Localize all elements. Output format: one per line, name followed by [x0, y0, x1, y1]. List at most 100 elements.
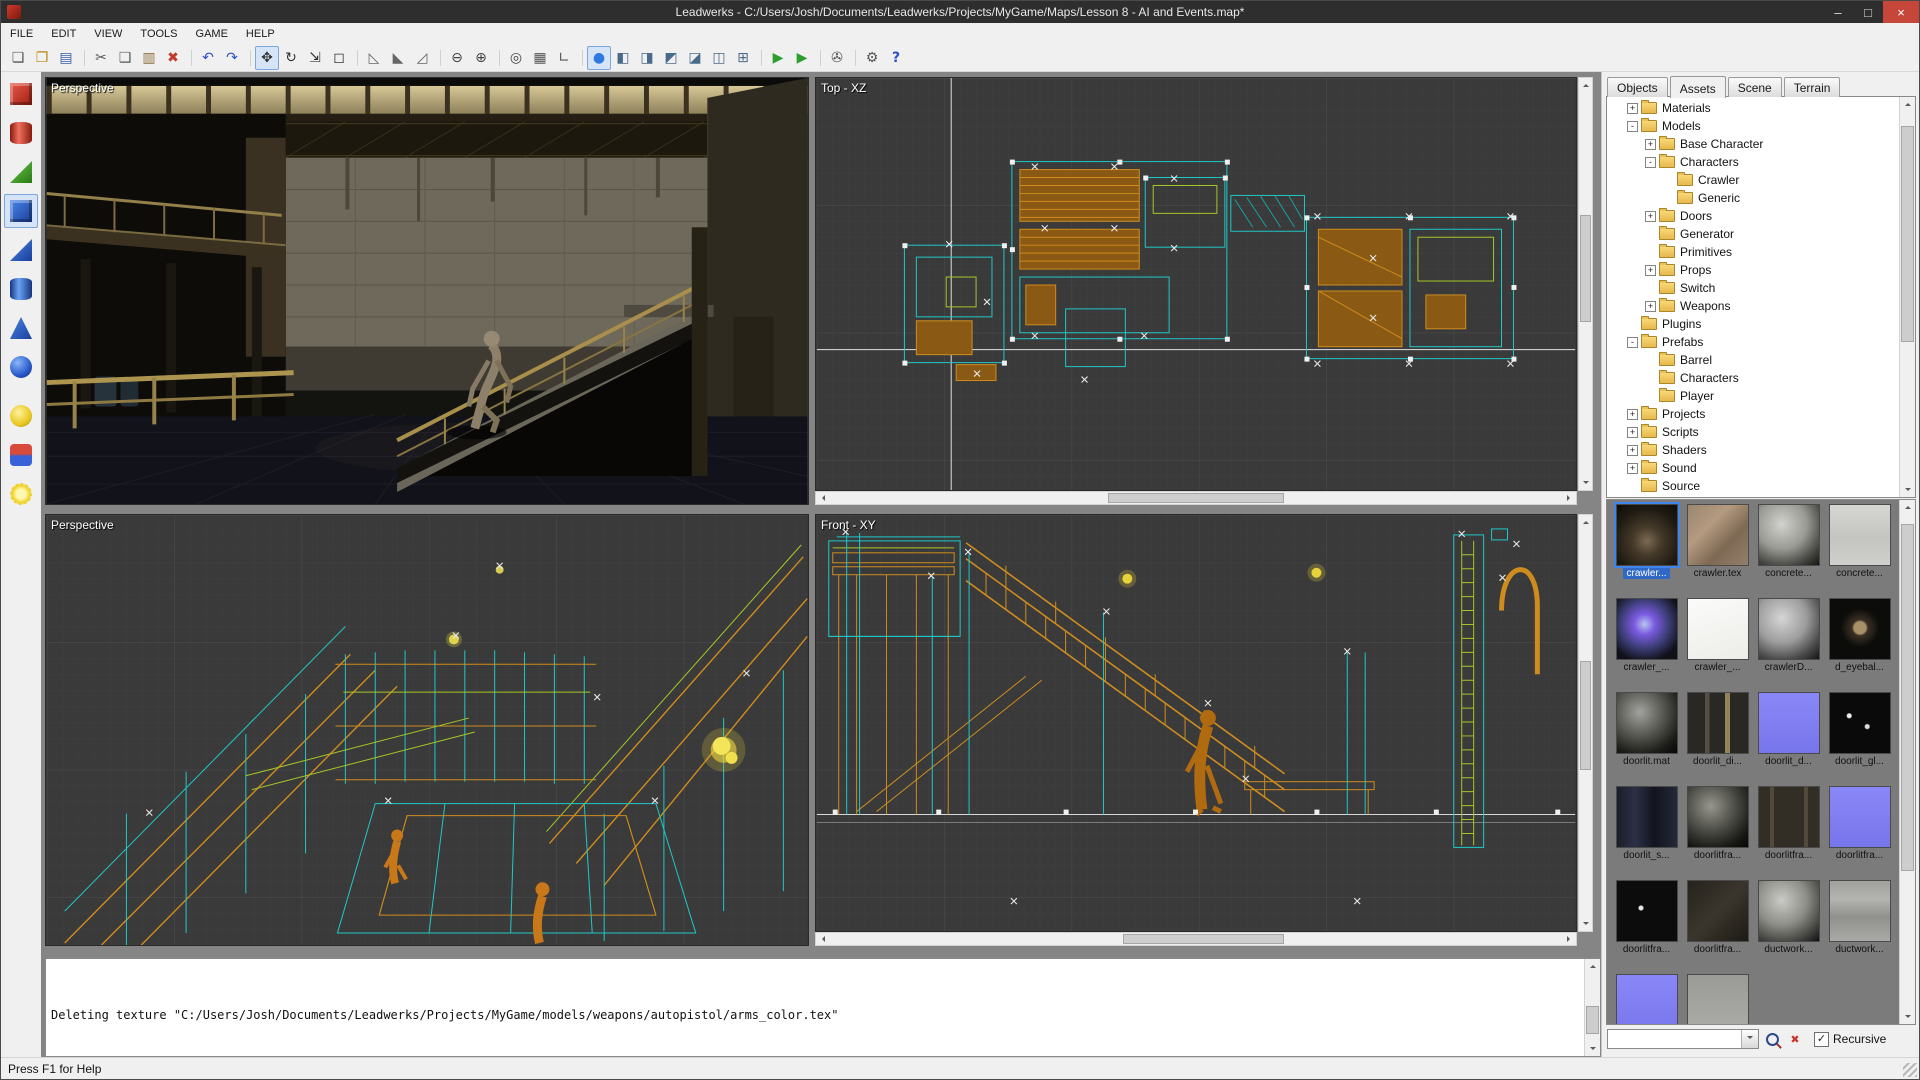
top-xz-vertical-scrollbar[interactable] [1578, 77, 1593, 491]
asset-thumbnail[interactable]: doorlit_d... [1753, 692, 1824, 786]
new-button[interactable]: ❏ [6, 46, 30, 70]
scroll-up-button[interactable] [1900, 97, 1915, 111]
scroll-up-button[interactable] [1579, 515, 1592, 529]
view-back-button[interactable]: ◨ [635, 46, 659, 70]
move-tool-button[interactable]: ✥ [255, 46, 279, 70]
terrain-flatten-button[interactable]: ◿ [410, 46, 434, 70]
tree-item-scripts[interactable]: Scripts [1607, 423, 1899, 441]
tree-item-prefabs-barrel[interactable]: Barrel [1607, 351, 1899, 369]
asset-thumbnail[interactable]: d_eyebal... [1824, 598, 1895, 692]
asset-thumbnail[interactable]: crawler.tex [1682, 504, 1753, 598]
asset-thumbnail[interactable]: doorlit_gl... [1824, 692, 1895, 786]
tab-objects[interactable]: Objects [1607, 77, 1668, 97]
tree-item-switch[interactable]: Switch [1607, 279, 1899, 297]
tree-item-prefabs-characters[interactable]: Characters [1607, 369, 1899, 387]
asset-thumbnail[interactable] [1611, 974, 1682, 1024]
scroll-right-button[interactable] [1562, 492, 1576, 504]
scrollbar-track[interactable] [830, 492, 1562, 504]
scroll-left-button[interactable] [816, 933, 830, 945]
tree-item-materials[interactable]: Materials [1607, 99, 1899, 117]
tree-item-models[interactable]: Models [1607, 117, 1899, 135]
zoom-out-button[interactable]: ⊖ [445, 46, 469, 70]
create-box-blue-button[interactable] [4, 194, 38, 228]
tree-expander[interactable] [1627, 463, 1638, 474]
menu-view[interactable]: VIEW [85, 25, 131, 43]
create-cylinder-blue-button[interactable] [4, 272, 38, 306]
asset-thumbnail[interactable]: concrete... [1824, 504, 1895, 598]
asset-thumbnail[interactable]: doorlitfra... [1682, 880, 1753, 974]
tree-item-characters[interactable]: Characters [1607, 153, 1899, 171]
asset-thumbnail[interactable]: crawler_... [1682, 598, 1753, 692]
scrollbar-thumb[interactable] [1123, 934, 1284, 944]
tree-item-prefabs[interactable]: Prefabs [1607, 333, 1899, 351]
viewport-perspective-rendered[interactable]: Perspective [45, 77, 809, 505]
scrollbar-thumb[interactable] [1901, 126, 1914, 342]
undo-button[interactable]: ↶ [196, 46, 220, 70]
select-tool-button[interactable]: ◻ [327, 46, 351, 70]
viewport-front-xy[interactable]: Front - XY [815, 514, 1577, 932]
front-xy-horizontal-scrollbar[interactable] [815, 932, 1577, 946]
tree-item-doors[interactable]: Doors [1607, 207, 1899, 225]
thumbnail-scrollbar[interactable] [1899, 500, 1915, 1024]
tree-expander[interactable] [1627, 445, 1638, 456]
asset-thumbnail[interactable]: doorlit_di... [1682, 692, 1753, 786]
create-sphere-blue-button[interactable] [4, 350, 38, 384]
rotate-tool-button[interactable]: ↻ [279, 46, 303, 70]
scrollbar-track[interactable] [1579, 529, 1592, 917]
redo-button[interactable]: ↷ [220, 46, 244, 70]
clear-search-button[interactable]: ✖ [1785, 1029, 1805, 1049]
scroll-down-button[interactable] [1585, 1042, 1600, 1056]
tree-expander[interactable] [1645, 265, 1656, 276]
view-right-button[interactable]: ◪ [683, 46, 707, 70]
tree-scrollbar[interactable] [1899, 97, 1915, 497]
top-xz-horizontal-scrollbar[interactable] [815, 491, 1577, 505]
scrollbar-track[interactable] [830, 933, 1562, 945]
viewport-perspective-wireframe[interactable]: Perspective [45, 514, 809, 946]
asset-thumbnail[interactable]: crawler... [1611, 504, 1682, 598]
create-cylinder-red-button[interactable] [4, 116, 38, 150]
minimize-button[interactable]: – [1823, 1, 1853, 23]
paste-button[interactable]: ▥ [137, 46, 161, 70]
scroll-down-button[interactable] [1579, 917, 1592, 931]
combo-dropdown-button[interactable] [1741, 1030, 1758, 1048]
tree-expander[interactable] [1645, 211, 1656, 222]
asset-thumbnail[interactable]: ductwork... [1753, 880, 1824, 974]
tree-item-generic[interactable]: Generic [1607, 189, 1899, 207]
zoom-in-button[interactable]: ⊕ [469, 46, 493, 70]
tab-scene[interactable]: Scene [1728, 77, 1782, 97]
tree-item-weapons[interactable]: Weapons [1607, 297, 1899, 315]
asset-filter-combo[interactable] [1607, 1029, 1759, 1049]
tab-terrain[interactable]: Terrain [1784, 77, 1841, 97]
scroll-left-button[interactable] [816, 492, 830, 504]
title-bar[interactable]: Leadwerks - C:/Users/Josh/Documents/Lead… [1, 1, 1919, 23]
create-wedge-green-button[interactable] [4, 155, 38, 189]
cut-button[interactable]: ✂ [89, 46, 113, 70]
terrain-raise-button[interactable]: ◣ [386, 46, 410, 70]
asset-thumbnail[interactable]: doorlitfra... [1753, 786, 1824, 880]
asset-thumbnail[interactable]: crawlerD... [1753, 598, 1824, 692]
asset-thumbnail[interactable]: concrete... [1753, 504, 1824, 598]
search-button[interactable] [1762, 1029, 1782, 1049]
asset-thumbnail[interactable]: doorlitfra... [1824, 786, 1895, 880]
create-box-red-button[interactable] [4, 77, 38, 111]
scroll-down-button[interactable] [1900, 1010, 1915, 1024]
tree-item-prefabs-player[interactable]: Player [1607, 387, 1899, 405]
create-wedge-blue-button[interactable] [4, 233, 38, 267]
scrollbar-thumb[interactable] [1901, 524, 1914, 871]
tree-expander[interactable] [1627, 409, 1638, 420]
tree-item-sound[interactable]: Sound [1607, 459, 1899, 477]
scroll-up-button[interactable] [1585, 959, 1600, 973]
scrollbar-track[interactable] [1900, 514, 1915, 1010]
maximize-button[interactable]: □ [1853, 1, 1883, 23]
asset-thumbnail[interactable]: doorlit.mat [1611, 692, 1682, 786]
tree-expander[interactable] [1645, 157, 1656, 168]
asset-thumbnail[interactable]: doorlit_s... [1611, 786, 1682, 880]
scrollbar-thumb[interactable] [1580, 215, 1591, 323]
open-button[interactable]: ❐ [30, 46, 54, 70]
recursive-checkbox[interactable]: ✓ [1814, 1032, 1829, 1047]
run-button[interactable]: ▶ [790, 46, 814, 70]
create-spot-light-button[interactable] [4, 438, 38, 472]
scrollbar-thumb[interactable] [1108, 493, 1284, 503]
asset-thumbnail[interactable]: doorlitfra... [1682, 786, 1753, 880]
tree-expander[interactable] [1645, 139, 1656, 150]
